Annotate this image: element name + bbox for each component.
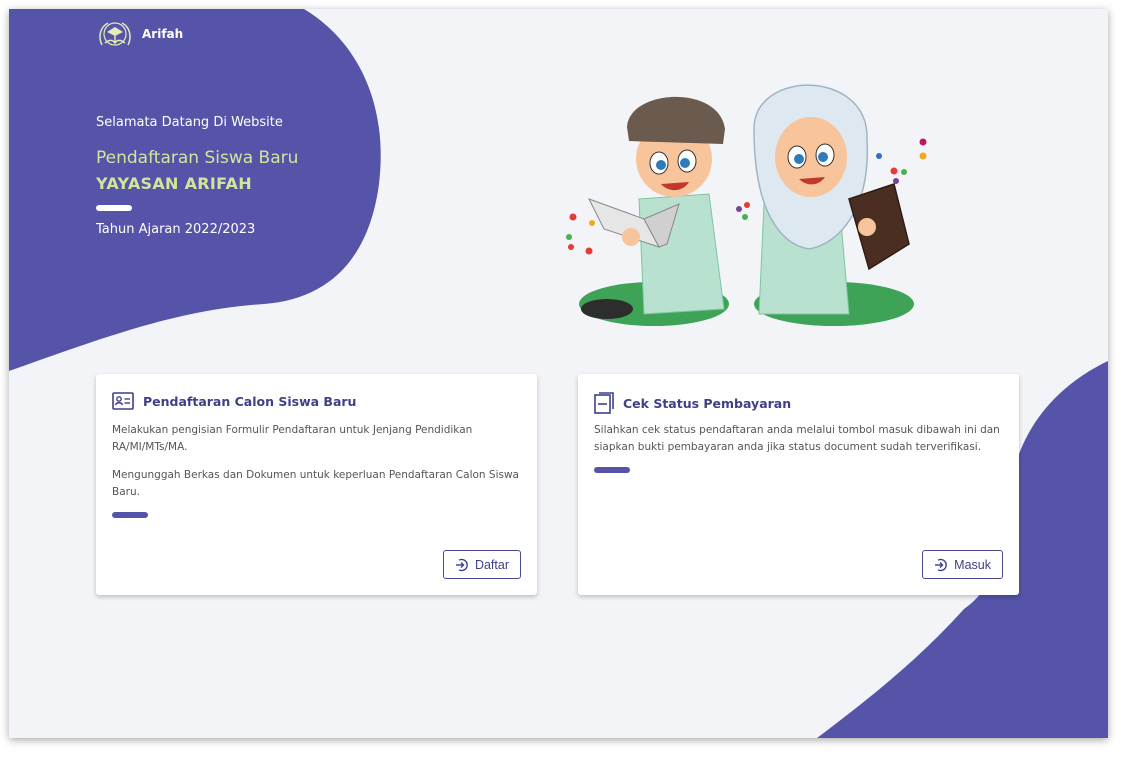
card-accent-bar xyxy=(112,512,148,518)
hero-title: Pendaftaran Siswa Baru xyxy=(96,148,299,168)
masuk-button-label: Masuk xyxy=(954,557,991,572)
masuk-button[interactable]: Masuk xyxy=(922,550,1003,579)
registration-card-title: Pendaftaran Calon Siswa Baru xyxy=(143,393,357,409)
payment-status-card-title: Cek Status Pembayaran xyxy=(623,395,792,411)
daftar-button[interactable]: Daftar xyxy=(442,550,521,579)
payment-status-card-body: Silahkan cek status pendaftaran anda mel… xyxy=(594,422,1006,473)
card-accent-bar xyxy=(594,467,630,473)
registration-card-text: Melakukan pengisian Formulir Pendaftaran… xyxy=(112,424,473,453)
brand-logo[interactable]: Arifah xyxy=(96,20,183,48)
registration-card-header: Pendaftaran Calon Siswa Baru xyxy=(112,392,356,410)
brand-name: Arifah xyxy=(142,27,184,41)
page-frame: Arifah Selamata Datang Di Website Pendaf… xyxy=(9,9,1108,738)
daftar-button-label: Daftar xyxy=(474,557,509,572)
login-icon xyxy=(455,558,468,571)
document-icon xyxy=(594,392,614,414)
school-emblem-icon xyxy=(99,22,131,46)
hero-divider xyxy=(96,205,132,211)
payment-status-card: Cek Status Pembayaran Silahkan cek statu… xyxy=(578,374,1019,595)
registration-card-body: Melakukan pengisian Formulir Pendaftaran… xyxy=(112,422,524,518)
registration-card: Pendaftaran Calon Siswa Baru Melakukan p… xyxy=(96,374,537,595)
hero-section: Selamata Datang Di Website Pendaftaran S… xyxy=(96,115,298,237)
hero-subtitle: YAYASAN ARIFAH xyxy=(96,174,252,193)
id-card-icon xyxy=(112,392,134,410)
registration-card-text: Mengunggah Berkas dan Dokumen untuk kepe… xyxy=(112,469,519,498)
hero-year: Tahun Ajaran 2022/2023 xyxy=(96,222,256,237)
students-reading-illustration xyxy=(566,84,927,326)
payment-status-card-header: Cek Status Pembayaran xyxy=(594,392,791,414)
hero-welcome: Selamata Datang Di Website xyxy=(96,115,283,130)
payment-status-card-text: Silahkan cek status pendaftaran anda mel… xyxy=(594,424,1000,453)
login-icon xyxy=(935,558,948,571)
